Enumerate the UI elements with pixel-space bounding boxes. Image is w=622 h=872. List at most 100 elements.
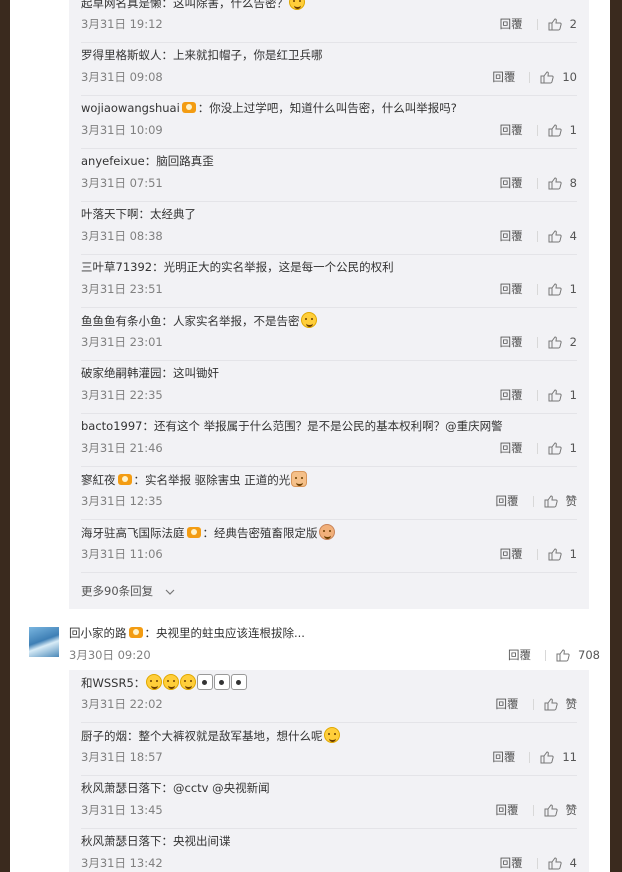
username-link[interactable]: 鱼鱼鱼有条小鱼 bbox=[81, 314, 162, 328]
like-count: 4 bbox=[569, 856, 577, 870]
reply-button[interactable]: 回覆 bbox=[496, 493, 519, 509]
reply-button[interactable]: 回覆 bbox=[492, 69, 515, 85]
like-count: 1 bbox=[569, 547, 577, 561]
reply-item: 海牙驻高飞国际法庭 ：经典告密殖畜限定版 3月31日 11:06 回覆 1 bbox=[69, 520, 589, 573]
reply-actions: 回覆 赞 bbox=[496, 696, 578, 712]
divider bbox=[536, 857, 538, 869]
like-count: 2 bbox=[569, 335, 577, 349]
divider bbox=[536, 336, 538, 348]
reply-button[interactable]: 回覆 bbox=[500, 387, 523, 403]
thumbs-up-icon[interactable] bbox=[548, 17, 562, 31]
thumbs-up-icon[interactable] bbox=[548, 335, 562, 349]
eyes-emoji-icon bbox=[231, 674, 248, 690]
reply-body: ：脑回路真歪 bbox=[144, 154, 214, 168]
thumbs-up-icon[interactable] bbox=[548, 176, 562, 190]
username-link[interactable]: 三叶草71392 bbox=[81, 260, 152, 274]
reply-body: ：这叫锄奸 bbox=[161, 366, 220, 380]
reply-item: 叶落天下啊：太经典了 3月31日 08:38 回覆 4 bbox=[69, 202, 589, 255]
face-emoji-icon bbox=[318, 524, 335, 540]
thumbs-up-icon[interactable] bbox=[540, 750, 555, 764]
reply-timestamp: 3月31日 11:06 bbox=[81, 547, 163, 561]
like-count: 11 bbox=[562, 750, 577, 764]
like-count: 1 bbox=[569, 441, 577, 455]
reply-button[interactable]: 回覆 bbox=[500, 855, 523, 871]
reply-text: 秋风萧瑟日落下：@cctv @央视新闻 bbox=[81, 780, 270, 796]
reply-timestamp: 3月31日 19:12 bbox=[81, 17, 163, 31]
reply-actions: 回覆 2 bbox=[500, 334, 577, 350]
more-replies-link[interactable]: 更多90条回复 bbox=[81, 573, 175, 609]
username-link[interactable]: 罗得里格斯蚁人 bbox=[81, 48, 162, 62]
reply-timestamp: 3月31日 08:38 bbox=[81, 229, 163, 243]
thumbs-up-icon[interactable] bbox=[544, 803, 558, 817]
comment-body: ：央视里的蛀虫应该连根拔除... bbox=[144, 626, 305, 640]
thumbs-up-icon[interactable] bbox=[544, 697, 558, 711]
thumbs-up-icon[interactable] bbox=[548, 441, 562, 455]
reply-button[interactable]: 回覆 bbox=[500, 228, 523, 244]
reply-button[interactable]: 回覆 bbox=[500, 175, 523, 191]
reply-body: ：@cctv @央视新闻 bbox=[161, 781, 270, 795]
reply-item: 破家绝嗣韩灌园：这叫锄奸 3月31日 22:35 回覆 1 bbox=[69, 361, 589, 414]
thumbs-up-icon[interactable] bbox=[548, 856, 562, 870]
username-link[interactable]: 起草网名真是懒 bbox=[81, 0, 162, 10]
thumbs-up-icon[interactable] bbox=[540, 70, 555, 84]
avatar[interactable] bbox=[29, 627, 59, 657]
reply-actions: 回覆 4 bbox=[500, 855, 577, 871]
like-count: 赞 bbox=[565, 494, 578, 508]
eyes-emoji-icon bbox=[214, 674, 231, 690]
username-link[interactable]: 秋风萧瑟日落下 bbox=[81, 781, 162, 795]
thumbs-up-icon[interactable] bbox=[544, 494, 558, 508]
reply-button[interactable]: 回覆 bbox=[500, 440, 523, 456]
reply-button[interactable]: 回覆 bbox=[492, 749, 515, 765]
divider bbox=[529, 751, 531, 763]
username-link[interactable]: anyefeixue bbox=[81, 154, 145, 168]
reply-button[interactable]: 回覆 bbox=[496, 696, 519, 712]
thumbs-up-icon[interactable] bbox=[548, 282, 562, 296]
smile-emoji-icon bbox=[289, 0, 305, 10]
divider bbox=[545, 649, 547, 661]
comment-timestamp: 3月30日 09:20 bbox=[69, 648, 151, 662]
divider bbox=[532, 495, 534, 507]
username-link[interactable]: 海牙驻高飞国际法庭 bbox=[81, 526, 185, 540]
reply-button[interactable]: 回覆 bbox=[500, 16, 523, 32]
username-link[interactable]: wojiaowangshuai bbox=[81, 101, 180, 115]
reply-actions: 回覆 8 bbox=[500, 175, 577, 191]
reply-text: wojiaowangshuai ：你没上过学吧，知道什么叫告密，什么叫举报吗? bbox=[81, 100, 457, 116]
like-count: 4 bbox=[569, 229, 577, 243]
reply-button[interactable]: 回覆 bbox=[500, 334, 523, 350]
reply-actions: 回覆 1 bbox=[500, 440, 577, 456]
username-link[interactable]: 破家绝嗣韩灌园 bbox=[81, 366, 162, 380]
thumbs-up-icon[interactable] bbox=[556, 648, 570, 662]
emoji-icon bbox=[163, 674, 180, 690]
reply-button[interactable]: 回覆 bbox=[500, 122, 523, 138]
username-link[interactable]: 秋风萧瑟日落下 bbox=[81, 834, 162, 848]
divider bbox=[536, 442, 538, 454]
reply-button[interactable]: 回覆 bbox=[508, 647, 531, 663]
reply-item: 秋风萧瑟日落下：央视出间谍 3月31日 13:42 回覆 4 bbox=[69, 829, 589, 872]
username-link[interactable]: bacto1997 bbox=[81, 419, 142, 433]
reply-button[interactable]: 回覆 bbox=[496, 802, 519, 818]
reply-text: bacto1997：还有这个 举报属于什么范围？是不是公民的基本权利啊？@重庆网… bbox=[81, 418, 503, 434]
reply-item: 罗得里格斯蚁人：上来就扣帽子，你是红卫兵哪 3月31日 09:08 回覆 10 bbox=[69, 43, 589, 96]
comment-actions: 回覆 708 bbox=[508, 647, 600, 663]
reply-button[interactable]: 回覆 bbox=[500, 546, 523, 562]
like-count: 1 bbox=[569, 123, 577, 137]
username-link[interactable]: 和WSSR5 bbox=[81, 676, 134, 690]
reply-item: 起草网名真是懒：这叫除害，什么告密？ 3月31日 19:12 回覆 2 bbox=[69, 0, 589, 43]
reply-body: ：整个大裤衩就是敌军基地，想什么呢 bbox=[127, 729, 323, 743]
username-link[interactable]: 叶落天下啊 bbox=[81, 207, 139, 221]
divider bbox=[536, 283, 538, 295]
thumbs-up-icon[interactable] bbox=[548, 229, 562, 243]
thumbs-up-icon[interactable] bbox=[548, 547, 562, 561]
reply-timestamp: 3月31日 22:35 bbox=[81, 388, 163, 402]
thumbs-up-icon[interactable] bbox=[548, 388, 562, 402]
reply-actions: 回覆 4 bbox=[500, 228, 577, 244]
username-link[interactable]: 回小家的路 bbox=[69, 626, 127, 640]
thumbs-up-icon[interactable] bbox=[548, 123, 562, 137]
reply-button[interactable]: 回覆 bbox=[500, 281, 523, 297]
username-link[interactable]: 厨子的烟 bbox=[81, 729, 127, 743]
reply-item: wojiaowangshuai ：你没上过学吧，知道什么叫告密，什么叫举报吗? 3月… bbox=[69, 96, 589, 149]
reply-text: 鱼鱼鱼有条小鱼：人家实名举报，不是告密 bbox=[81, 312, 317, 329]
username-link[interactable]: 寥紅夜 bbox=[81, 473, 116, 487]
reply-text: anyefeixue：脑回路真歪 bbox=[81, 153, 214, 169]
reply-body: ：太经典了 bbox=[138, 207, 197, 221]
